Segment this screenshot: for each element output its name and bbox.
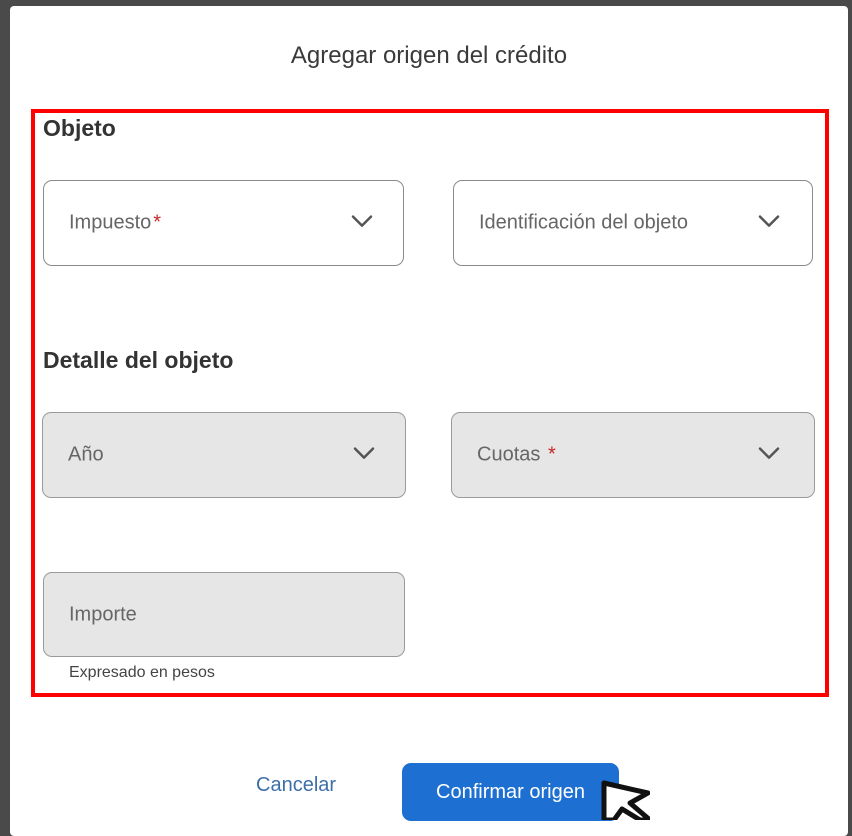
identificacion-objeto-select[interactable]: Identificación del objeto (453, 180, 813, 266)
chevron-down-icon (758, 215, 780, 229)
dialog-title: Agregar origen del crédito (290, 42, 568, 69)
chevron-down-icon (351, 215, 373, 229)
cuotas-label: Cuotas * (477, 443, 556, 466)
cuotas-select[interactable]: Cuotas * (451, 412, 815, 498)
importe-helper-text: Expresado en pesos (69, 664, 215, 681)
impuesto-label: Impuesto * (69, 211, 162, 234)
chevron-down-icon (353, 447, 375, 461)
impuesto-select[interactable]: Impuesto * (43, 180, 404, 266)
required-asterisk: * (153, 211, 162, 234)
confirm-origin-button[interactable]: Confirmar origen (402, 763, 619, 821)
anio-label: Año (68, 443, 104, 466)
chevron-down-icon (758, 447, 780, 461)
section-title-detalle: Detalle del objeto (43, 347, 234, 373)
mouse-cursor-icon (600, 779, 653, 823)
cancel-button[interactable]: Cancelar (256, 774, 336, 797)
importe-label: Importe (69, 603, 137, 625)
anio-select[interactable]: Año (42, 412, 406, 498)
importe-input[interactable]: Importe (43, 572, 405, 657)
identificacion-objeto-label: Identificación del objeto (479, 211, 689, 234)
required-asterisk: * (547, 443, 556, 466)
add-credit-origin-dialog: Agregar origen del crédito Objeto Impues… (10, 6, 848, 836)
section-title-objeto: Objeto (43, 115, 116, 141)
